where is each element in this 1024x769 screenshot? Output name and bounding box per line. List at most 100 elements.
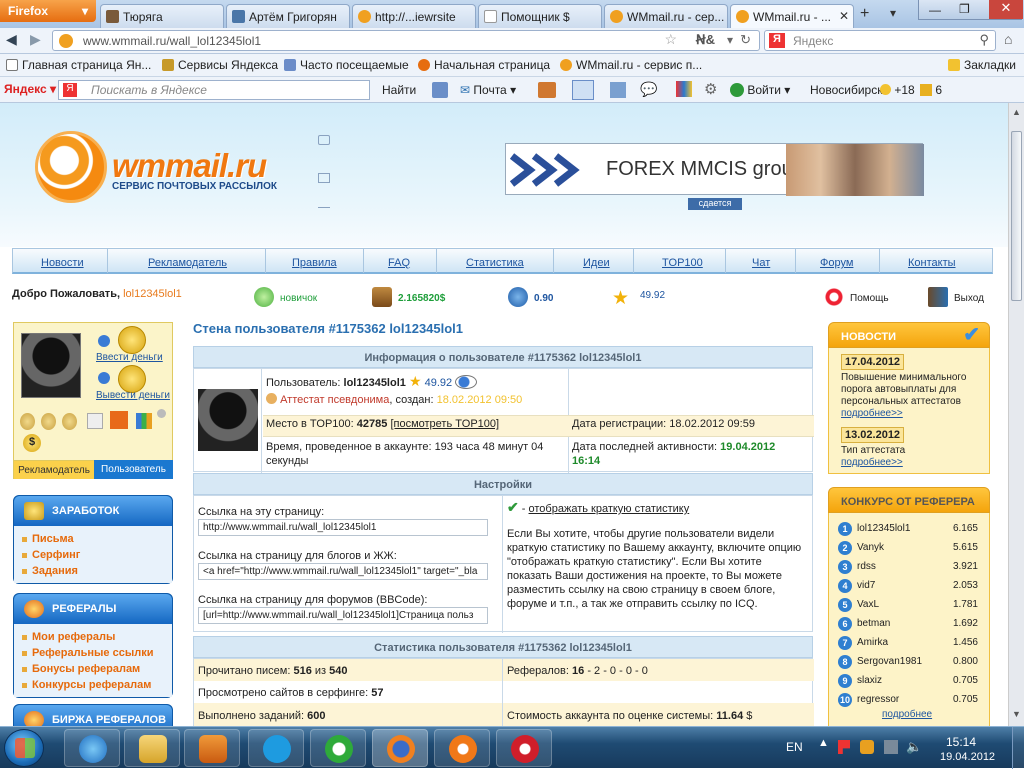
ranking-row[interactable]: 9 slaxiz 0.705: [838, 673, 978, 690]
tab-2[interactable]: Артём Григорян: [226, 4, 350, 28]
top100-link[interactable]: [посмотреть TOP100]: [390, 418, 499, 430]
bookmark-tool-icon[interactable]: [432, 82, 448, 98]
chart-icon[interactable]: [136, 413, 152, 429]
tab-active[interactable]: WMmail.ru - ... ✕: [730, 4, 854, 28]
dropdown-icon[interactable]: ▾: [727, 33, 733, 47]
scroll-down-icon[interactable]: ▼: [1012, 709, 1021, 719]
menu-faq[interactable]: FAQ: [388, 257, 410, 269]
rank-username[interactable]: slaxiz: [857, 675, 882, 686]
menu-letters[interactable]: Письма: [22, 531, 172, 547]
bookmark-star-icon[interactable]: ☆: [664, 31, 677, 48]
weather[interactable]: +18: [880, 83, 915, 97]
status-balance[interactable]: 2.165820$: [372, 287, 445, 307]
rank-username[interactable]: Vanyk: [857, 542, 884, 553]
menu-contacts[interactable]: Контакты: [908, 257, 956, 269]
taskbar-skype[interactable]: [248, 729, 304, 767]
site-logo[interactable]: wmmail.ru: [112, 147, 267, 185]
show-desktop-button[interactable]: [1012, 727, 1024, 769]
reload-icon[interactable]: ↻: [740, 32, 751, 48]
tab-advertiser[interactable]: Рекламодатель: [14, 460, 94, 479]
close-tab-icon[interactable]: ✕: [839, 9, 849, 23]
username-link[interactable]: lol12345lol1: [123, 288, 182, 300]
avatar[interactable]: [21, 333, 81, 398]
yandex-logo[interactable]: Яндекс ▾: [4, 82, 56, 96]
firefox-menu-button[interactable]: Firefox ▾: [0, 0, 96, 22]
translate-tool-icon[interactable]: [572, 80, 594, 100]
translate-icon[interactable]: Ꞥ&: [696, 32, 715, 48]
tab-1[interactable]: Тюряга: [100, 4, 224, 28]
url-bar[interactable]: www.wmmail.ru/wall_lol12345lol1 ☆ Ꞥ& ▾ ↻: [52, 30, 760, 51]
network-icon[interactable]: [884, 740, 898, 754]
menu-referral-links[interactable]: Реферальные ссылки: [22, 645, 172, 661]
menu-chat[interactable]: Чат: [752, 257, 770, 269]
apps-icon[interactable]: [676, 81, 692, 97]
language-indicator[interactable]: EN: [786, 740, 803, 754]
notifications[interactable]: 6: [920, 83, 942, 97]
taskbar-avast[interactable]: [434, 729, 490, 767]
yandex-search-input[interactable]: Я Поискать в Яндексе: [58, 80, 370, 100]
rank-username[interactable]: betman: [857, 618, 890, 629]
find-button[interactable]: Найти: [382, 83, 416, 97]
menu-referral-contests[interactable]: Конкурсы рефералам: [22, 677, 172, 693]
tab-4[interactable]: Помощник $: [478, 4, 602, 28]
taskbar-ie[interactable]: [64, 729, 120, 767]
menu-my-referrals[interactable]: Мои рефералы: [22, 629, 172, 645]
logo-at-icon[interactable]: [35, 131, 107, 203]
close-window-icon[interactable]: ✕: [989, 0, 1023, 19]
menu-rules[interactable]: Правила: [292, 257, 337, 269]
link-forum-input[interactable]: [url=http://www.wmmail.ru/wall_lol12345l…: [198, 607, 488, 624]
ranking-row[interactable]: 10 regressor 0.705: [838, 692, 978, 709]
menu-advertiser[interactable]: Рекламодатель: [148, 257, 227, 269]
contest-more-link[interactable]: подробнее: [882, 709, 932, 720]
status-rating[interactable]: ★ 49.92: [612, 287, 665, 309]
back-icon[interactable]: ◀: [6, 31, 17, 48]
mail-button[interactable]: ✉ Почта ▾: [460, 83, 516, 97]
flag-icon[interactable]: [838, 740, 850, 754]
short-stats-toggle[interactable]: ✔ - отображать краткую статистику: [507, 500, 689, 516]
new-tab-button[interactable]: +: [860, 5, 869, 23]
rank-username[interactable]: rdss: [857, 561, 876, 572]
tab-list-icon[interactable]: ▾: [890, 6, 896, 20]
withdraw-link[interactable]: Вывести деньги: [96, 390, 170, 401]
ranking-row[interactable]: 2 Vanyk 5.615: [838, 540, 978, 557]
home-icon[interactable]: ⌂: [1004, 31, 1012, 47]
scrollbar-thumb[interactable]: [1011, 131, 1022, 301]
taskbar-icq[interactable]: [310, 729, 366, 767]
volume-icon[interactable]: 🔈: [906, 739, 922, 755]
link-blog-input[interactable]: <a href="http://www.wmmail.ru/wall_lol12…: [198, 563, 488, 580]
exchange-header[interactable]: БИРЖА РЕФЕРАЛОВ: [14, 705, 172, 726]
link-page-input[interactable]: http://www.wmmail.ru/wall_lol12345lol1: [198, 519, 488, 536]
city-label[interactable]: Новосибирск: [810, 83, 882, 97]
dollar-coin-icon[interactable]: $: [23, 434, 41, 452]
ranking-row[interactable]: 5 VaxL 1.781: [838, 597, 978, 614]
rank-username[interactable]: lol12345lol1: [857, 523, 910, 534]
exit-link[interactable]: Выход: [928, 287, 984, 307]
status-rank[interactable]: новичок: [254, 287, 317, 307]
page-scrollbar[interactable]: ▲ ▼: [1008, 103, 1024, 726]
menu-tasks[interactable]: Задания: [22, 563, 172, 579]
news-more-link[interactable]: подробнее>>: [841, 457, 981, 468]
bookmarks-menu[interactable]: Закладки: [948, 58, 1016, 72]
ranking-row[interactable]: 1 lol12345lol1 6.165: [838, 521, 978, 538]
menu-referral-bonuses[interactable]: Бонусы рефералам: [22, 661, 172, 677]
note-icon[interactable]: [87, 413, 103, 429]
mail-icon[interactable]: [318, 173, 330, 183]
tool-icon[interactable]: [538, 82, 556, 98]
rank-username[interactable]: Amirka: [857, 637, 888, 648]
ranking-row[interactable]: 3 rdss 3.921: [838, 559, 978, 576]
taskbar-opera[interactable]: [496, 729, 552, 767]
menu-statistics[interactable]: Статистика: [466, 257, 524, 269]
user-online-icon[interactable]: [455, 375, 478, 389]
login-button[interactable]: Войти ▾: [730, 83, 790, 97]
news-more-link[interactable]: подробнее>>: [841, 408, 981, 419]
deposit-link[interactable]: Ввести деньги: [96, 352, 163, 363]
bookmark-wmmail[interactable]: WMmail.ru - сервис п...: [560, 58, 702, 72]
tab-5[interactable]: WMmail.ru - сер...: [604, 4, 728, 28]
tray-app-icon[interactable]: [860, 740, 874, 754]
forward-icon[interactable]: ▶: [30, 31, 41, 48]
chat-icon[interactable]: 💬: [640, 81, 657, 98]
rank-username[interactable]: regressor: [857, 694, 899, 705]
screenshot-icon[interactable]: [610, 82, 626, 98]
menu-forum[interactable]: Форум: [820, 257, 853, 269]
minimize-icon[interactable]: —: [929, 3, 941, 17]
